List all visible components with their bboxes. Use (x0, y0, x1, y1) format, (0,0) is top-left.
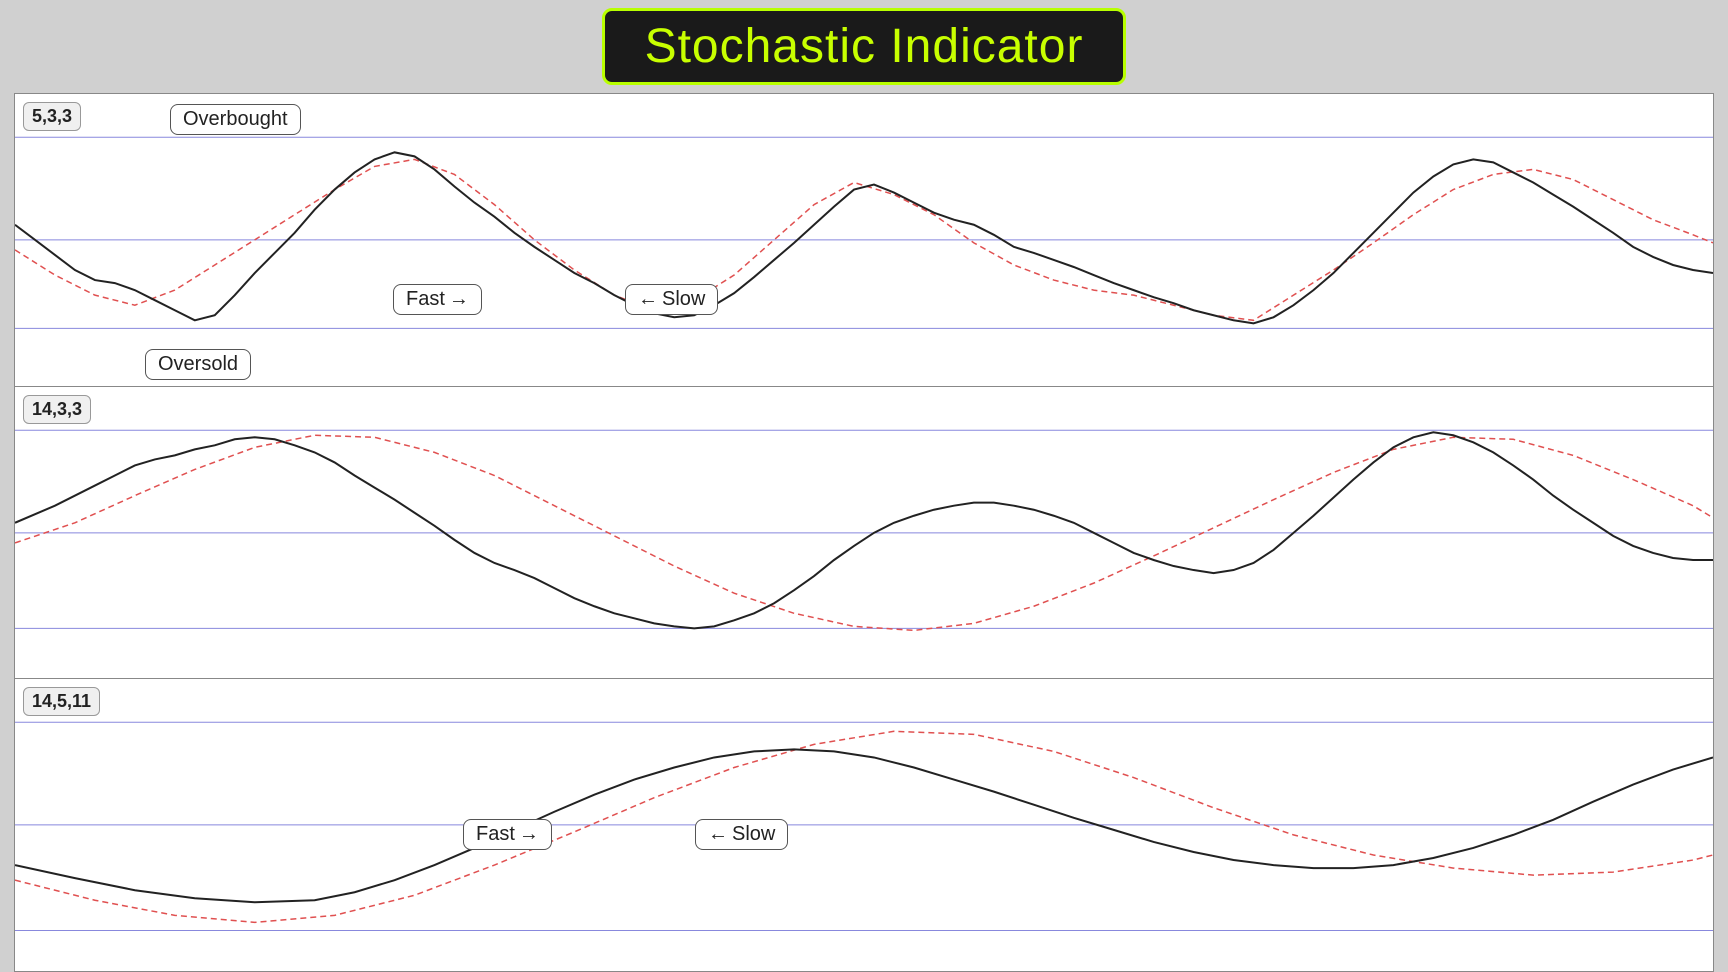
fast-arrow-right-1: → (449, 288, 469, 311)
param-label-1: 5,3,3 (23, 102, 81, 131)
title-box: Stochastic Indicator (602, 8, 1127, 85)
slow-arrow-left-3: ← (708, 823, 728, 846)
param-label-3: 14,5,11 (23, 687, 100, 716)
chart-svg-1 (15, 94, 1713, 386)
main-container: Stochastic Indicator 5,3,3 Overbought Ov… (0, 0, 1728, 972)
chart-svg-2 (15, 387, 1713, 679)
slow-label-1: ← Slow (625, 284, 718, 315)
chart-svg-3 (15, 679, 1713, 971)
overbought-label: Overbought (170, 104, 301, 135)
fast-label-3: Fast → (463, 819, 552, 850)
slow-label-3: ← Slow (695, 819, 788, 850)
charts-area: 5,3,3 Overbought Oversold Fast → ← Slow (14, 93, 1714, 972)
title-bar: Stochastic Indicator (602, 8, 1127, 85)
chart-panel-3: 14,5,11 Fast → ← Slow (14, 679, 1714, 972)
fast-arrow-right-3: → (519, 823, 539, 846)
param-label-2: 14,3,3 (23, 395, 91, 424)
fast-label-1: Fast → (393, 284, 482, 315)
main-title: Stochastic Indicator (645, 20, 1084, 73)
chart-panel-1: 5,3,3 Overbought Oversold Fast → ← Slow (14, 93, 1714, 387)
oversold-label: Oversold (145, 349, 251, 380)
chart-panel-2: 14,3,3 (14, 387, 1714, 680)
slow-arrow-left-1: ← (638, 288, 658, 311)
